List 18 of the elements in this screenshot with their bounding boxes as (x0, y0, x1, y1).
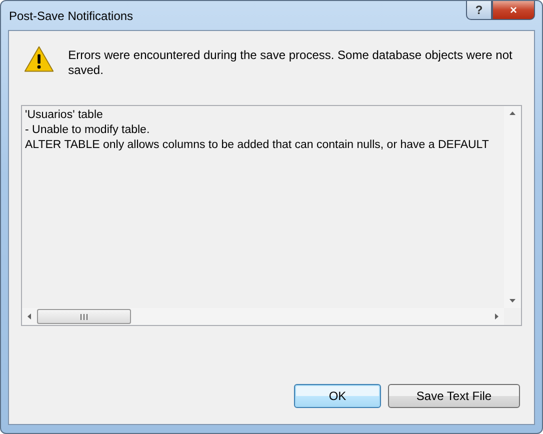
details-line: - Unable to modify table. (25, 123, 151, 138)
vertical-scrollbar[interactable] (504, 106, 521, 308)
warning-icon (24, 45, 54, 73)
window-title: Post-Save Notifications (8, 8, 134, 22)
horizontal-scrollbar[interactable] (22, 308, 504, 325)
details-line: 'Usuarios' table (25, 108, 104, 123)
scroll-right-icon[interactable] (493, 313, 500, 320)
help-button[interactable]: ? (466, 1, 492, 20)
details-textbox[interactable]: 'Usuarios' table - Unable to modify table. ALTER TABLE only allows columns to be added that can contain nulls, or have a DEFAULT (21, 105, 522, 326)
details-line: ALTER TABLE only allows columns to be added that can contain nulls, or have a DEFAULT (25, 138, 490, 153)
scroll-thumb[interactable] (37, 309, 131, 324)
close-button[interactable]: × (492, 1, 535, 20)
error-message: Errors were encountered during the save process. Some database objects were not saved. (68, 47, 514, 78)
scroll-up-icon[interactable] (509, 110, 516, 117)
ok-button[interactable]: OK (294, 384, 381, 408)
scroll-down-icon[interactable] (509, 297, 516, 304)
save-text-file-button[interactable]: Save Text File (388, 384, 520, 408)
scroll-left-icon[interactable] (26, 313, 33, 320)
